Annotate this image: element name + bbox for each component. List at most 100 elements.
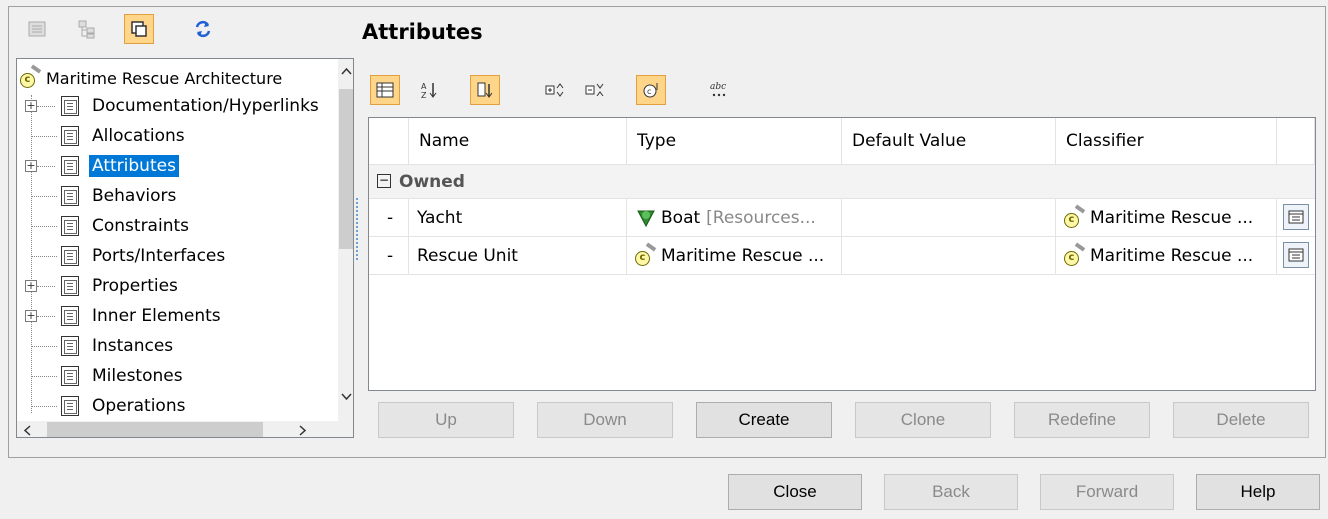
table-row[interactable]: - Rescue Unit c Maritime Rescue ... c Ma… [369,236,1315,275]
collapse-icon[interactable]: − [377,174,391,188]
svg-text:abc: abc [710,82,726,92]
details-icon[interactable] [22,14,52,44]
redefine-button[interactable]: Redefine [1014,402,1150,438]
attributes-table[interactable]: Name Type Default Value Classifier − Own… [368,117,1316,391]
tree-item-attributes[interactable]: + Attributes [17,151,321,181]
abc-text-icon[interactable]: abc [704,75,734,105]
tree-item-properties[interactable]: + Properties [17,271,321,301]
tree-item-label: Instances [92,336,174,356]
show-all-columns-icon[interactable] [370,75,400,105]
tree-item-milestones[interactable]: Milestones [17,361,321,391]
down-button[interactable]: Down [537,402,673,438]
up-button[interactable]: Up [378,402,514,438]
tree-item-label: Properties [92,276,178,296]
window-icon[interactable] [124,14,154,44]
open-specification-icon[interactable] [1283,242,1309,268]
cell-type[interactable]: Boat [Resources... [627,199,842,237]
column-header-name[interactable]: Name [409,118,627,164]
element-tree[interactable]: c Maritime Rescue Architecture + Documen… [16,58,354,438]
delete-button[interactable]: Delete [1173,402,1309,438]
svg-text:c: c [647,87,651,96]
group-label: Owned [399,172,465,192]
document-icon [61,126,79,146]
document-icon [61,336,79,356]
expand-icon[interactable]: + [25,310,37,322]
splitter-handle[interactable] [356,198,358,260]
clone-button[interactable]: Clone [855,402,991,438]
back-button[interactable]: Back [884,474,1018,510]
close-button[interactable]: Close [728,474,862,510]
classifier-label: Maritime Rescue ... [1090,208,1254,228]
tree-item-label: Documentation/Hyperlinks [92,96,319,116]
column-header-default-value[interactable]: Default Value [842,118,1056,164]
open-specification-icon[interactable] [1283,204,1309,230]
tree-icon[interactable] [72,14,102,44]
tree-item-constraints[interactable]: Constraints [17,211,321,241]
refresh-icon[interactable] [188,14,218,44]
expand-icon[interactable]: + [25,160,37,172]
document-icon [61,276,79,296]
cell-default-value[interactable] [842,237,1056,275]
sort-by-order-icon[interactable] [470,75,500,105]
cell-name[interactable]: Rescue Unit [409,237,627,275]
type-label: Boat [661,208,701,228]
type-owner-label: [Resources... [706,208,816,228]
scroll-left-icon[interactable] [23,425,31,436]
tree-item-ports-interfaces[interactable]: Ports/Interfaces [17,241,321,271]
tree-item-documentation[interactable]: + Documentation/Hyperlinks [17,91,321,121]
column-header-extra [1277,118,1315,164]
cell-default-value[interactable] [842,199,1056,237]
svg-text:A: A [421,82,427,91]
classifier-label: Maritime Rescue ... [1090,246,1254,266]
table-row[interactable]: - Yacht Boat [Resources... c Maritime Re… [369,198,1315,237]
show-inherited-icon[interactable]: c [636,75,666,105]
column-header-type[interactable]: Type [627,118,842,164]
tree-item-label: Behaviors [92,186,177,206]
document-icon [61,246,79,266]
document-icon [61,216,79,236]
cell-name[interactable]: Yacht [409,199,627,237]
tree-vertical-scrollbar[interactable] [338,59,353,421]
collapse-all-icon[interactable] [580,75,610,105]
tree-item-behaviors[interactable]: Behaviors [17,181,321,211]
tree-item-instances[interactable]: Instances [17,331,321,361]
cell-classifier[interactable]: c Maritime Rescue ... [1056,199,1277,237]
scroll-right-icon[interactable] [299,425,307,436]
class-icon: c [20,64,42,89]
expand-icon[interactable]: + [25,100,37,112]
vertical-scroll-thumb[interactable] [339,89,353,249]
tree-item-allocations[interactable]: Allocations [17,121,321,151]
tree-item-label: Constraints [92,216,189,236]
document-icon [61,186,79,206]
tree-item-inner-elements[interactable]: + Inner Elements [17,301,321,331]
row-marker: - [369,237,409,275]
cell-classifier[interactable]: c Maritime Rescue ... [1056,237,1277,275]
block-icon [637,210,655,228]
tree-item-label: Operations [92,396,186,416]
forward-button[interactable]: Forward [1040,474,1174,510]
tree-item-label: Inner Elements [92,306,221,326]
expand-all-icon[interactable] [540,75,570,105]
tree-horizontal-scrollbar[interactable] [17,421,353,437]
scroll-down-icon[interactable] [341,393,352,401]
tree-item-operations[interactable]: Operations [17,391,321,421]
expand-icon[interactable]: + [25,280,37,292]
class-icon: c [635,242,657,267]
tree-item-label: Allocations [92,126,185,146]
tree-root[interactable]: c Maritime Rescue Architecture [17,63,321,93]
cell-type[interactable]: c Maritime Rescue ... [627,237,842,275]
help-button[interactable]: Help [1196,474,1320,510]
sort-alphabetically-icon[interactable]: AZ [414,75,444,105]
document-icon [61,396,79,416]
class-icon: c [1064,242,1086,267]
type-label: Maritime Rescue ... [661,246,825,266]
scroll-up-icon[interactable] [341,67,352,75]
create-button[interactable]: Create [696,402,832,438]
horizontal-scroll-thumb[interactable] [47,422,263,437]
group-row-owned[interactable]: − Owned [369,164,1315,198]
document-icon [61,156,79,176]
class-icon: c [1064,204,1086,229]
tree-root-label: Maritime Rescue Architecture [46,68,283,88]
row-marker: - [369,199,409,237]
column-header-classifier[interactable]: Classifier [1056,118,1277,164]
